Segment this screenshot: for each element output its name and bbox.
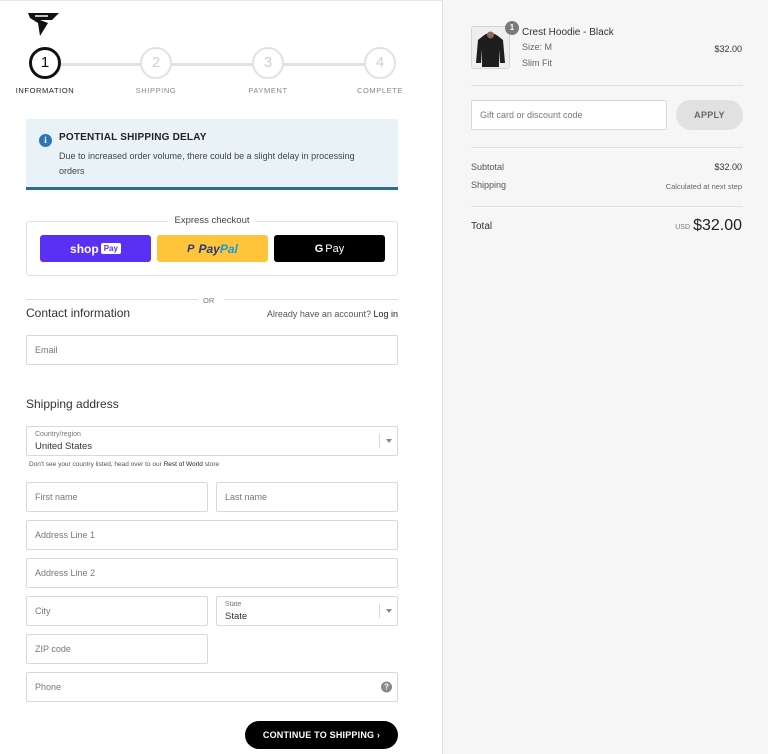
- shop-pay-wordmark: shop: [70, 241, 99, 256]
- city-field[interactable]: City: [26, 596, 208, 626]
- google-pay-label: Pay: [325, 242, 345, 255]
- zip-code-placeholder: ZIP code: [35, 644, 71, 654]
- divider: [471, 85, 743, 86]
- country-select[interactable]: Country/region United States: [26, 426, 398, 456]
- or-separator: OR: [203, 296, 215, 305]
- total-value: $32.00: [693, 217, 742, 234]
- step-label: SHIPPING: [135, 86, 177, 95]
- brand-logo[interactable]: [26, 11, 60, 37]
- step-number: 1: [29, 47, 61, 79]
- last-name-field[interactable]: Last name: [216, 482, 398, 512]
- notice-text: Due to increased order volume, there cou…: [59, 151, 355, 176]
- apply-button[interactable]: APPLY: [676, 100, 743, 130]
- shipping-value: Calculated at next step: [665, 182, 742, 191]
- express-checkout: Express checkout shop Pay P Pay Pal G Pa…: [26, 215, 398, 276]
- contact-information-title: Contact information: [26, 306, 131, 320]
- paypal-icon: P: [187, 242, 195, 255]
- step-connector: [283, 63, 375, 66]
- phone-field[interactable]: Phone ?: [26, 672, 398, 702]
- state-select[interactable]: State State: [216, 596, 398, 626]
- shop-pay-button[interactable]: shop Pay: [40, 235, 151, 262]
- rest-of-world-link[interactable]: Rest of World: [164, 461, 203, 468]
- shop-pay-tag: Pay: [100, 243, 121, 254]
- shipping-label: Shipping: [471, 180, 507, 190]
- notice-title: POTENTIAL SHIPPING DELAY: [59, 132, 207, 143]
- country-label: Country/region: [35, 431, 81, 438]
- chevron-down-icon: [379, 434, 397, 448]
- checkout-form-panel: 1 INFORMATION 2 SHIPPING 3 PAYMENT 4 COM…: [0, 0, 442, 754]
- order-summary-panel: 1 Crest Hoodie - Black Size: M Slim Fit …: [442, 0, 768, 754]
- email-field[interactable]: Email: [26, 335, 398, 365]
- product-thumbnail: [471, 26, 510, 69]
- quantity-badge: 1: [505, 21, 519, 35]
- country-note-suffix: store: [204, 461, 220, 468]
- login-prompt: Already have an account? Log in: [267, 309, 398, 319]
- help-icon[interactable]: ?: [381, 681, 392, 693]
- express-checkout-label: Express checkout: [168, 215, 256, 226]
- address-line-1-field[interactable]: Address Line 1: [26, 520, 398, 550]
- phone-placeholder: Phone: [35, 682, 62, 692]
- product-name: Crest Hoodie - Black: [522, 27, 614, 38]
- country-value: United States: [35, 441, 93, 452]
- account-prompt: Already have an account?: [266, 309, 371, 319]
- address-line-2-placeholder: Address Line 2: [35, 568, 96, 578]
- first-name-field[interactable]: First name: [26, 482, 208, 512]
- paypal-wordmark-a: Pay: [198, 241, 220, 256]
- step-number: 3: [252, 47, 284, 79]
- currency-code: USD: [675, 224, 690, 231]
- divider: [471, 147, 743, 148]
- product-size: Size: M: [522, 42, 553, 52]
- google-pay-button[interactable]: G Pay: [274, 235, 385, 262]
- shipping-delay-notice: i POTENTIAL SHIPPING DELAY Due to increa…: [26, 119, 398, 190]
- step-number: 2: [140, 47, 172, 79]
- country-note: Don't see your country listed, head over…: [29, 461, 219, 468]
- subtotal-label: Subtotal: [471, 162, 505, 172]
- continue-to-shipping-button[interactable]: CONTINUE TO SHIPPING ›: [245, 721, 398, 749]
- shipping-address-title: Shipping address: [26, 397, 119, 411]
- discount-code-field[interactable]: Gift card or discount code: [471, 100, 667, 130]
- total-label: Total: [471, 221, 493, 232]
- country-note-prefix: Don't see your country listed, head over…: [29, 461, 162, 468]
- step-label: PAYMENT: [248, 86, 288, 95]
- step-connector: [53, 63, 151, 66]
- step-label: INFORMATION: [15, 86, 75, 95]
- chevron-down-icon: [379, 604, 397, 618]
- address-line-1-placeholder: Address Line 1: [35, 530, 96, 540]
- product-fit: Slim Fit: [522, 58, 552, 68]
- paypal-wordmark-b: Pal: [219, 241, 238, 256]
- login-link[interactable]: Log in: [373, 309, 398, 319]
- subtotal-value: $32.00: [714, 162, 742, 172]
- divider: [471, 206, 743, 207]
- step-number: 4: [364, 47, 396, 79]
- step-complete: 4 COMPLETE: [357, 47, 402, 95]
- email-placeholder: Email: [35, 345, 58, 355]
- step-payment: 3 PAYMENT: [248, 47, 287, 95]
- discount-code-placeholder: Gift card or discount code: [480, 110, 583, 120]
- paypal-button[interactable]: P Pay Pal: [157, 235, 268, 262]
- divider: [26, 299, 198, 300]
- google-g-icon: G: [314, 242, 324, 255]
- hoodie-image: [472, 27, 509, 68]
- divider: [224, 299, 398, 300]
- step-shipping: 2 SHIPPING: [136, 47, 176, 95]
- address-line-2-field[interactable]: Address Line 2: [26, 558, 398, 588]
- product-price: $32.00: [714, 44, 742, 54]
- step-connector: [171, 63, 263, 66]
- step-label: COMPLETE: [356, 86, 404, 95]
- state-label: State: [225, 601, 242, 608]
- first-name-placeholder: First name: [35, 492, 78, 502]
- state-value: State: [225, 611, 248, 622]
- last-name-placeholder: Last name: [225, 492, 268, 502]
- zip-code-field[interactable]: ZIP code: [26, 634, 208, 664]
- checkout-steps: 1 INFORMATION 2 SHIPPING 3 PAYMENT 4 COM…: [16, 47, 402, 97]
- step-information: 1 INFORMATION: [16, 47, 74, 95]
- city-placeholder: City: [35, 606, 51, 616]
- info-icon: i: [39, 134, 52, 147]
